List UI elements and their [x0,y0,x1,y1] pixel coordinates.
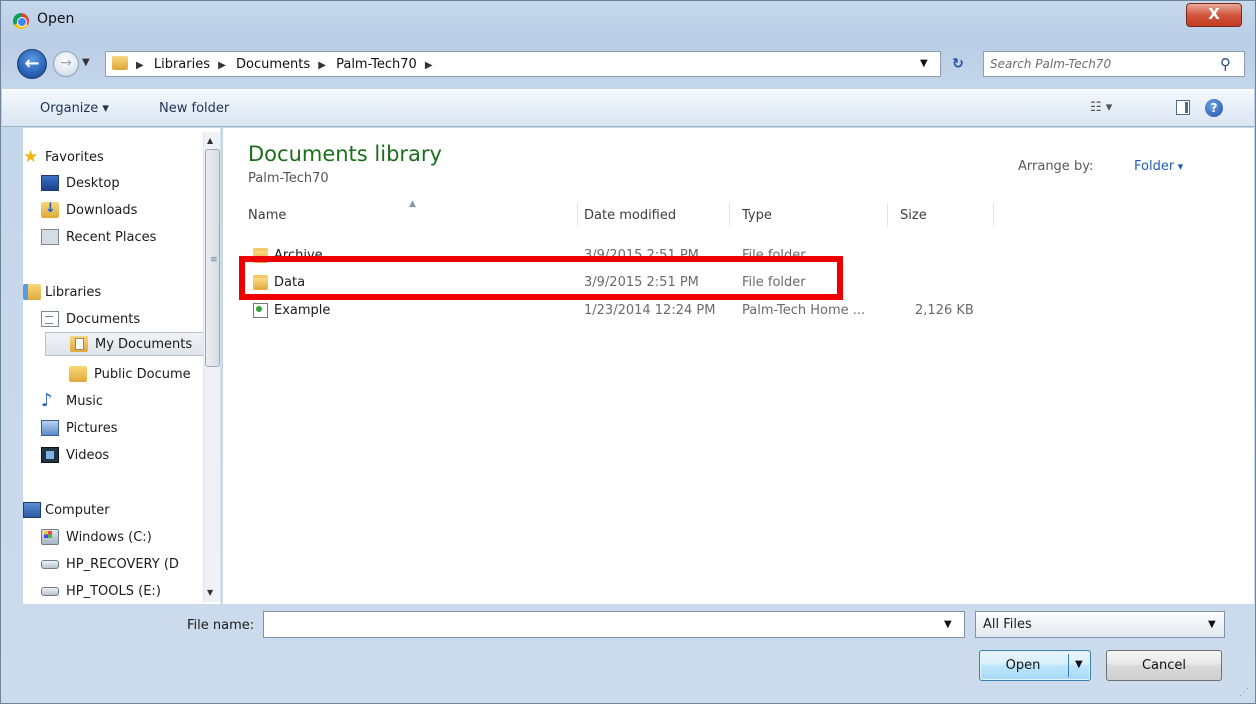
folder-icon [112,56,128,70]
column-divider[interactable] [993,203,994,227]
scrollbar-thumb[interactable]: ≡ [205,149,220,367]
file-name-dropdown-icon[interactable]: ▼ [944,619,952,630]
file-name-combobox[interactable]: ▼ [263,611,965,638]
organize-menu-button[interactable]: Organize ▾ [40,101,109,116]
computer-icon [23,502,41,518]
breadcrumb-libraries[interactable]: Libraries [154,57,210,72]
breadcrumb: ▶ Libraries ▶ Documents ▶ Palm-Tech70 ▶ [136,57,439,72]
scroll-down-arrow-icon[interactable]: ▼ [207,588,213,597]
resize-grip-icon[interactable]: ⋰ [1239,687,1249,698]
sidebar-item-windows-drive[interactable]: Windows (C:) [23,526,203,550]
sidebar-item-computer[interactable]: Computer [23,499,203,523]
windows-drive-icon [41,529,59,545]
sidebar-item-documents[interactable]: Documents [23,308,203,332]
forward-button[interactable]: → [53,51,79,77]
open-button-label: Open [1005,658,1041,673]
open-options-dropdown-icon[interactable]: ▼ [1075,659,1083,670]
sidebar-item-recent-places[interactable]: Recent Places [23,226,203,250]
sidebar-item-hp-recovery[interactable]: HP_RECOVERY (D [23,553,203,577]
change-view-icon[interactable]: ☷ ▾ [1090,100,1112,115]
sidebar-item-hp-tools[interactable]: HP_TOOLS (E:) [23,580,203,604]
sidebar-item-videos[interactable]: Videos [23,444,203,468]
file-type-filter-value: All Files [983,617,1032,632]
sidebar-item-desktop[interactable]: Desktop [23,172,203,196]
library-subtitle: Palm-Tech70 [248,171,329,186]
column-header-date-modified[interactable]: Date modified [584,208,724,230]
arrange-by-label: Arrange by: [1018,159,1094,174]
folder-icon [69,366,87,382]
highlight-annotation [239,256,843,300]
column-header-type[interactable]: Type [742,208,882,230]
library-title: Documents library [248,142,442,166]
application-file-icon [253,303,268,318]
desktop-icon [41,175,59,191]
window-title: Open [37,11,75,27]
document-library-icon [41,311,59,327]
file-row-example[interactable]: Example 1/23/2014 12:24 PM Palm-Tech Hom… [239,299,995,323]
pictures-icon [41,420,59,436]
chrome-app-icon [13,13,29,29]
open-button[interactable]: Open ▼ [979,650,1091,681]
navigation-bar: ← → ▼ ▶ Libraries ▶ Documents ▶ Palm-Tec… [1,45,1255,85]
music-icon: ♪ [41,390,53,411]
preview-pane-icon[interactable] [1176,100,1190,115]
sidebar-item-pictures[interactable]: Pictures [23,417,203,441]
sidebar-item-downloads[interactable]: Downloads [23,199,203,223]
search-input[interactable] [990,55,1210,73]
libraries-icon [23,284,41,300]
split-divider [1068,654,1069,677]
column-divider[interactable] [729,203,730,227]
file-name-input[interactable] [268,616,938,634]
arrange-by-dropdown[interactable]: Folder [1134,159,1183,174]
drive-icon [41,560,59,569]
column-divider[interactable] [577,203,578,227]
star-icon: ★ [23,147,39,167]
scroll-up-arrow-icon[interactable]: ▲ [207,136,213,145]
breadcrumb-documents[interactable]: Documents [236,57,310,72]
search-icon[interactable]: ⚲ [1220,55,1231,73]
help-icon[interactable]: ? [1205,99,1223,117]
cancel-button[interactable]: Cancel [1106,650,1222,681]
breadcrumb-chevron-icon[interactable]: ▶ [425,60,433,71]
column-header-name[interactable]: Name [248,208,578,230]
back-button[interactable]: ← [17,49,47,79]
sidebar-item-public-documents[interactable]: Public Docume [23,363,203,387]
column-divider[interactable] [887,203,888,227]
scrollbar-grip-icon: ≡ [210,255,218,265]
open-file-dialog: Open X ← → ▼ ▶ Libraries ▶ Documents ▶ P… [0,0,1256,704]
recent-places-icon [41,229,59,245]
file-name-label: File name: [187,618,255,633]
chevron-down-icon[interactable]: ▼ [1208,619,1216,630]
navigation-pane-scrollbar[interactable]: ▲ ≡ ▼ [203,132,220,602]
my-documents-folder-icon [70,336,88,352]
sidebar-item-my-documents[interactable]: My Documents [45,332,220,356]
command-bar: Organize ▾ New folder ☷ ▾ ? [2,89,1254,127]
address-dropdown-icon[interactable]: ▼ [920,58,928,69]
breadcrumb-palm-tech70[interactable]: Palm-Tech70 [336,57,417,72]
recent-locations-dropdown-icon[interactable]: ▼ [82,57,96,71]
breadcrumb-chevron-icon[interactable]: ▶ [318,60,326,71]
sidebar-item-music[interactable]: ♪ Music [23,390,203,414]
sidebar-item-favorites[interactable]: ★ Favorites [23,146,203,170]
new-folder-button[interactable]: New folder [159,101,229,116]
videos-icon [41,447,59,463]
downloads-folder-icon [41,201,59,218]
breadcrumb-chevron-icon[interactable]: ▶ [136,60,144,71]
file-list-pane: Documents library Palm-Tech70 Arrange by… [223,128,1254,604]
drive-icon [41,587,59,596]
breadcrumb-chevron-icon[interactable]: ▶ [218,60,226,71]
address-bar[interactable]: ▶ Libraries ▶ Documents ▶ Palm-Tech70 ▶ … [105,51,941,77]
refresh-icon[interactable]: ↻ [945,52,971,76]
column-header-size[interactable]: Size [900,208,980,230]
navigation-pane: ★ Favorites Desktop Downloads Recent Pla… [23,128,221,604]
title-bar[interactable]: Open X [1,1,1255,39]
close-button[interactable]: X [1186,3,1242,27]
file-type-filter[interactable]: All Files ▼ [975,611,1225,638]
search-box[interactable]: ⚲ [983,51,1245,77]
sidebar-item-libraries[interactable]: Libraries [23,281,203,305]
